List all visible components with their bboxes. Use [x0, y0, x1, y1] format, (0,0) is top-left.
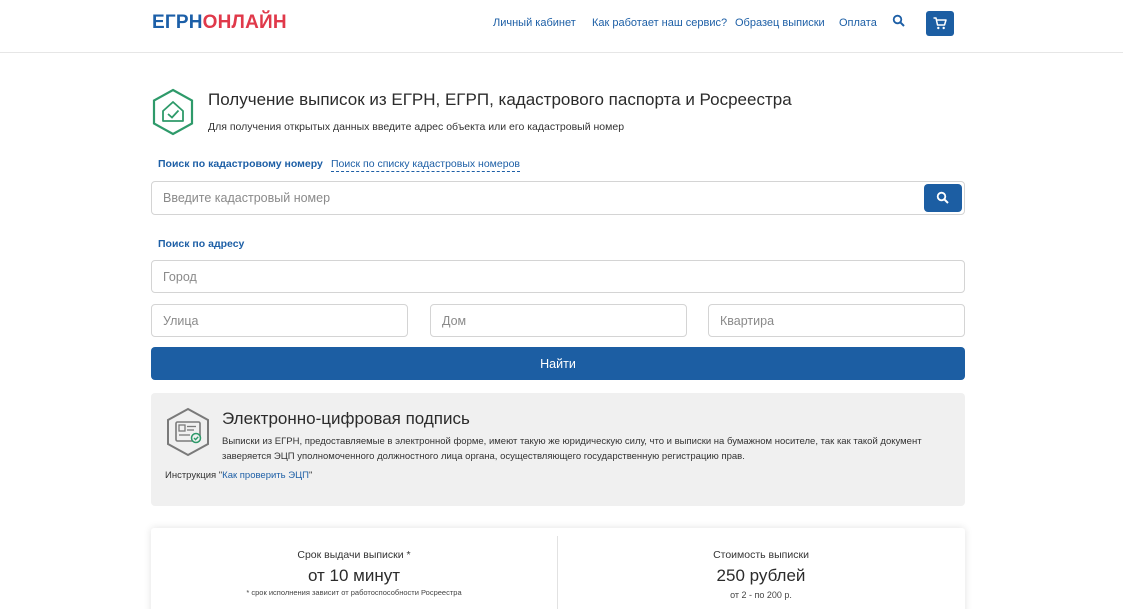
city-placeholder: Город: [163, 269, 197, 284]
term-value: от 10 минут: [307, 566, 401, 585]
tab-cadastral-search[interactable]: Поиск по кадастровому номеру: [158, 158, 323, 170]
address-search-label: Поиск по адресу: [158, 238, 245, 250]
cadastral-number-input[interactable]: Введите кадастровый номер: [151, 181, 965, 215]
info-panel: Срок выдачи выписки * от 10 минут * срок…: [151, 528, 965, 609]
site-header: ЕГРНОНЛАЙН Личный кабинет Как работает н…: [0, 0, 1123, 53]
signature-title: Электронно-цифровая подпись: [222, 409, 470, 428]
find-button[interactable]: Найти: [151, 347, 965, 380]
signature-instruction: Инструкция "Как проверить ЭЦП": [165, 470, 312, 481]
apartment-placeholder: Квартира: [720, 313, 775, 328]
price-label: Стоимость выписки: [713, 549, 809, 561]
term-label: Срок выдачи выписки *: [297, 549, 411, 561]
instruction-prefix: Инструкция ": [165, 470, 223, 481]
signature-info-box: Электронно-цифровая подпись Выписки из Е…: [151, 393, 965, 506]
logo[interactable]: ЕГРНОНЛАЙН: [152, 12, 287, 34]
how-to-verify-link[interactable]: Как проверить ЭЦП: [222, 470, 309, 481]
signature-description: Выписки из ЕГРН, предоставляемые в элект…: [222, 436, 922, 462]
nav-payment[interactable]: Оплата: [839, 17, 877, 29]
city-input[interactable]: Город: [151, 260, 965, 293]
apartment-input[interactable]: Квартира: [708, 304, 965, 337]
house-input[interactable]: Дом: [430, 304, 687, 337]
house-placeholder: Дом: [442, 313, 467, 328]
term-note: * срок исполнения зависит от работоспосо…: [246, 588, 462, 597]
price-note: от 2 - по 200 р.: [730, 590, 792, 600]
search-icon: [936, 191, 949, 204]
instruction-suffix: ": [308, 470, 313, 481]
cadastral-number-placeholder: Введите кадастровый номер: [163, 191, 331, 205]
page-subtitle: Для получения открытых данных введите ад…: [208, 121, 625, 133]
price-value: 250 рублей: [716, 566, 806, 585]
certificate-icon: [165, 407, 211, 457]
nav-sample-extract[interactable]: Образец выписки: [735, 17, 825, 29]
page-title: Получение выписок из ЕГРН, ЕГРП, кадастр…: [208, 90, 792, 109]
street-placeholder: Улица: [163, 313, 199, 328]
cart-button[interactable]: [926, 11, 954, 36]
tab-cadastral-list-search[interactable]: Поиск по списку кадастровых номеров: [331, 158, 520, 172]
logo-part-egrn: ЕГРН: [152, 12, 203, 33]
search-icon[interactable]: [892, 14, 908, 30]
nav-personal-account[interactable]: Личный кабинет: [493, 17, 576, 29]
cadastral-search-button[interactable]: [924, 184, 962, 212]
house-check-icon: [151, 88, 195, 136]
nav-how-it-works[interactable]: Как работает наш сервис?: [592, 17, 727, 29]
logo-part-online: ОНЛАЙН: [202, 12, 287, 33]
street-input[interactable]: Улица: [151, 304, 408, 337]
cart-icon: [933, 17, 947, 30]
